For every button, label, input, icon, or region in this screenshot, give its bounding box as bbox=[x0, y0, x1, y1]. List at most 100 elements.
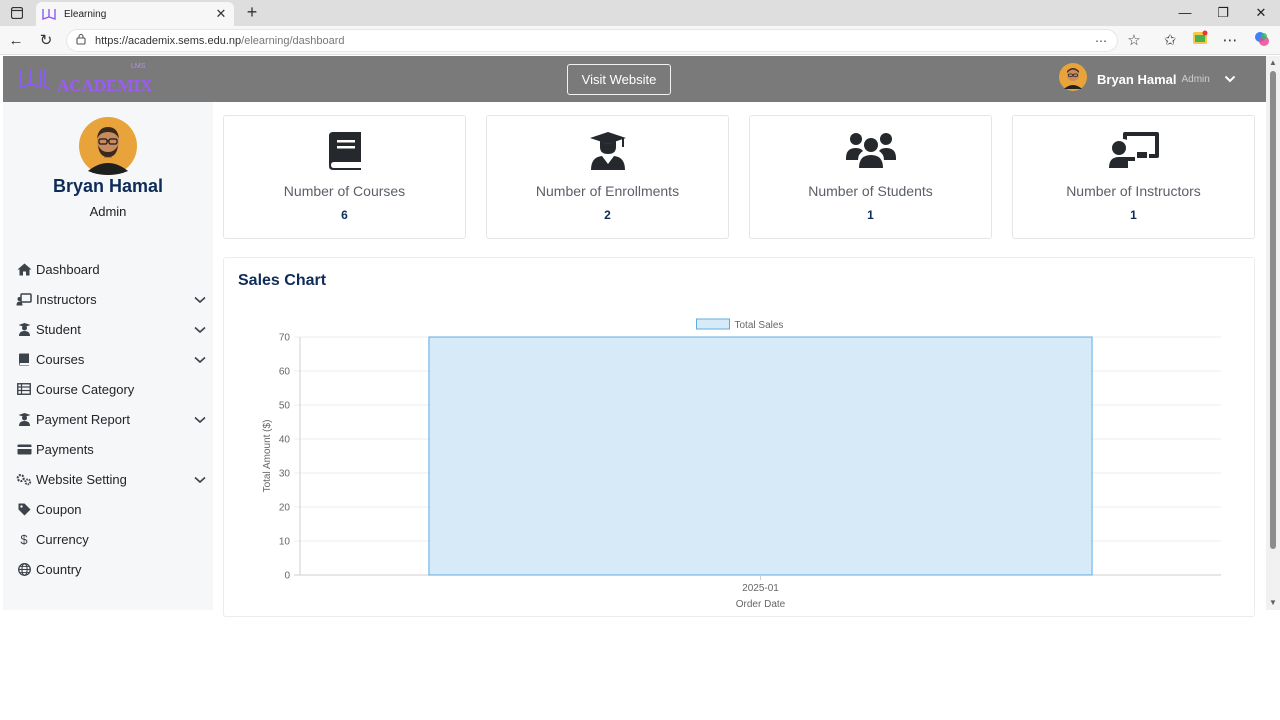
x-tick-label: 2025-01 bbox=[742, 583, 779, 594]
minimize-icon[interactable]: — bbox=[1170, 3, 1200, 23]
globe-icon bbox=[16, 562, 32, 576]
book-icon bbox=[16, 352, 32, 366]
sidebar: Bryan Hamal Admin Dashboard Instructors … bbox=[3, 102, 213, 610]
legend-swatch bbox=[696, 318, 730, 330]
header-user-role: Admin bbox=[1181, 74, 1210, 85]
visit-website-button[interactable]: Visit Website bbox=[567, 64, 671, 95]
y-axis-title: Total Amount ($) bbox=[262, 420, 273, 493]
sidebar-item-label: Currency bbox=[36, 531, 89, 547]
chevron-down-icon[interactable] bbox=[1224, 74, 1236, 86]
academix-logo[interactable]: ACADEMIX LMS bbox=[19, 63, 152, 96]
chevron-down-icon[interactable] bbox=[194, 292, 206, 304]
stat-value: 2 bbox=[604, 208, 611, 222]
sidebar-item-course-category[interactable]: Course Category bbox=[16, 374, 206, 404]
table-list-icon bbox=[16, 382, 32, 396]
sidebar-item-dashboard[interactable]: Dashboard bbox=[16, 254, 206, 284]
stat-label: Number of Instructors bbox=[1066, 183, 1201, 199]
stat-label: Number of Students bbox=[808, 183, 933, 199]
stat-card-students: Number of Students 1 bbox=[749, 115, 992, 239]
sidebar-item-label: Website Setting bbox=[36, 471, 127, 487]
sales-chart-card: Sales Chart 0 10 20 30 40 50 60 70 2025-01 Order … bbox=[223, 257, 1255, 617]
profile-role: Admin bbox=[89, 204, 127, 219]
home-icon bbox=[16, 262, 32, 276]
chevron-down-icon[interactable] bbox=[194, 412, 206, 424]
url-host: https://academix.sems.edu.np bbox=[95, 34, 242, 47]
back-arrow-icon[interactable]: ← bbox=[5, 30, 27, 52]
chevron-down-icon[interactable] bbox=[194, 352, 206, 364]
maximize-icon[interactable]: ❐ bbox=[1208, 3, 1238, 23]
stat-label: Number of Courses bbox=[283, 183, 406, 199]
url-path: /elearning/dashboard bbox=[241, 34, 345, 47]
users-icon bbox=[750, 132, 991, 172]
sidebar-item-label: Courses bbox=[36, 351, 85, 367]
chart-bar bbox=[428, 336, 1093, 576]
sidebar-item-instructors[interactable]: Instructors bbox=[16, 284, 206, 314]
chalkboard-teacher-icon bbox=[1013, 132, 1254, 172]
browser-address-bar: ← ↻ https://academix.sems.edu.np/elearni… bbox=[0, 26, 1280, 55]
copilot-icon[interactable] bbox=[1251, 30, 1273, 52]
scroll-down-arrow-icon[interactable]: ▼ bbox=[1269, 598, 1277, 607]
y-tick-label: 60 bbox=[279, 367, 291, 378]
dollar-icon: $ bbox=[20, 531, 28, 547]
browser-tab[interactable]: Elearning ✕ bbox=[36, 2, 234, 26]
chalkboard-teacher-icon bbox=[16, 292, 32, 306]
sidebar-item-label: Instructors bbox=[36, 291, 97, 307]
chevron-down-icon[interactable] bbox=[194, 472, 206, 484]
sidebar-item-payments[interactable]: Payments bbox=[16, 434, 206, 464]
reload-icon[interactable]: ↻ bbox=[35, 30, 57, 52]
favorite-star-icon[interactable]: ☆ bbox=[1123, 30, 1145, 52]
menu-dots-icon[interactable]: ⋯ bbox=[1219, 30, 1241, 52]
stat-card-instructors: Number of Instructors 1 bbox=[1012, 115, 1255, 239]
app-header: ACADEMIX LMS Visit Website Bryan Hamal A… bbox=[3, 56, 1266, 102]
stat-card-courses: Number of Courses 6 bbox=[223, 115, 466, 239]
close-window-icon[interactable]: ✕ bbox=[1246, 3, 1276, 23]
cogs-icon bbox=[16, 472, 32, 486]
more-options-circle-icon[interactable]: ⋯ bbox=[1093, 33, 1109, 49]
new-tab-button[interactable]: + bbox=[242, 2, 262, 22]
page-scrollbar[interactable]: ▲ ▼ bbox=[1266, 56, 1280, 610]
credit-card-icon bbox=[16, 442, 32, 456]
user-graduate-icon bbox=[487, 132, 728, 172]
sidebar-item-label: Coupon bbox=[36, 501, 82, 517]
sidebar-item-courses[interactable]: Courses bbox=[16, 344, 206, 374]
sidebar-item-payment-report[interactable]: Payment Report bbox=[16, 404, 206, 434]
sidebar-item-label: Dashboard bbox=[36, 261, 100, 277]
lock-icon bbox=[75, 33, 89, 48]
sidebar-item-website-setting[interactable]: Website Setting bbox=[16, 464, 206, 494]
tab-actions-icon[interactable] bbox=[9, 5, 25, 21]
user-graduate-icon bbox=[16, 412, 32, 426]
sidebar-item-student[interactable]: Student bbox=[16, 314, 206, 344]
sales-chart: 0 10 20 30 40 50 60 70 2025-01 Order Date Total Am… bbox=[262, 318, 1221, 610]
chevron-down-icon[interactable] bbox=[194, 322, 206, 334]
scroll-up-arrow-icon[interactable]: ▲ bbox=[1269, 58, 1277, 67]
close-tab-icon[interactable]: ✕ bbox=[212, 6, 230, 22]
url-field[interactable]: https://academix.sems.edu.np/elearning/d… bbox=[66, 29, 1118, 52]
favorites-list-icon[interactable]: ✩ bbox=[1159, 30, 1181, 52]
x-axis-title: Order Date bbox=[736, 599, 786, 610]
stat-value: 6 bbox=[341, 208, 348, 222]
y-tick-label: 0 bbox=[284, 571, 290, 582]
sidebar-item-label: Payment Report bbox=[36, 411, 130, 427]
user-menu[interactable]: Bryan Hamal Admin bbox=[1059, 63, 1236, 96]
header-user-name: Bryan Hamal bbox=[1097, 72, 1177, 87]
url-text: https://academix.sems.edu.np/elearning/d… bbox=[95, 35, 345, 47]
logo-mark-icon bbox=[19, 66, 55, 96]
sidebar-item-currency[interactable]: $ Currency bbox=[16, 524, 206, 554]
header-avatar bbox=[1059, 63, 1087, 96]
y-tick-label: 30 bbox=[279, 469, 291, 480]
tab-title: Elearning bbox=[64, 8, 107, 20]
sidebar-item-coupon[interactable]: Coupon bbox=[16, 494, 206, 524]
tag-icon bbox=[16, 502, 32, 516]
sidebar-item-country[interactable]: Country bbox=[16, 554, 206, 584]
y-tick-label: 20 bbox=[279, 503, 291, 514]
book-icon bbox=[224, 132, 465, 172]
site-favicon-icon bbox=[42, 7, 56, 21]
scrollbar-thumb[interactable] bbox=[1270, 71, 1276, 549]
logo-superscript: LMS bbox=[131, 63, 146, 70]
stat-card-enrollments: Number of Enrollments 2 bbox=[486, 115, 729, 239]
extension-icon[interactable] bbox=[1189, 30, 1211, 52]
stat-value: 1 bbox=[1130, 208, 1137, 222]
stat-label: Number of Enrollments bbox=[535, 183, 680, 199]
profile-avatar bbox=[79, 117, 137, 175]
browser-tab-bar: Elearning ✕ + — ❐ ✕ bbox=[0, 0, 1280, 26]
